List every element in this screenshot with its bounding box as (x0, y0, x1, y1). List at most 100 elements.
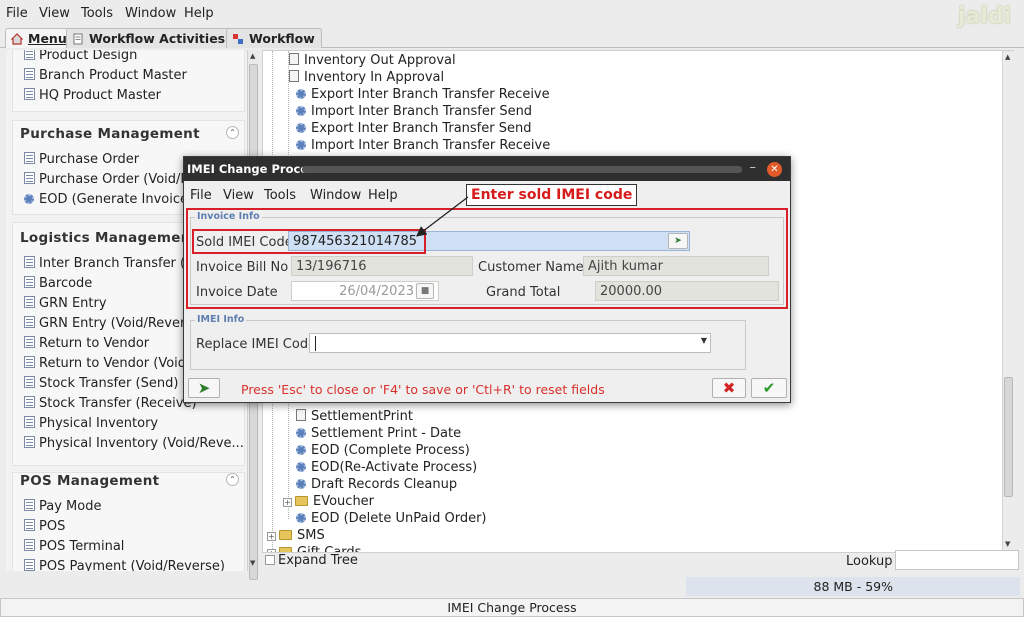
menu-item-label: POS (39, 519, 66, 534)
tree-item-folder[interactable]: + SMS (267, 528, 325, 545)
cancel-button[interactable]: ✖ (712, 378, 746, 398)
tree-scrollbar[interactable]: ▲ ▼ (1002, 51, 1014, 552)
expand-icon[interactable]: + (267, 532, 276, 541)
menu-item-label: Pay Mode (39, 499, 102, 514)
tab-workflow-activities[interactable]: Workflow Activities: 0 (66, 28, 251, 48)
menu-item-physical-inventory[interactable]: Physical Inventory (24, 416, 158, 434)
close-icon[interactable]: ✕ (767, 162, 782, 177)
tree-item[interactable]: Settlement Print - Date (296, 426, 461, 443)
menu-item-product-design[interactable]: Product Design (24, 50, 137, 66)
memory-indicator: 88 MB - 59% (686, 577, 1020, 596)
document-icon (24, 559, 35, 571)
menu-item-stock-transfer-receive[interactable]: Stock Transfer (Receive) (24, 396, 197, 414)
menu-item-stock-transfer-send[interactable]: Stock Transfer (Send) (24, 376, 178, 394)
tree-item-folder[interactable]: +Gift Cards (267, 545, 362, 553)
menu-item-pos-terminal[interactable]: POS Terminal (24, 539, 124, 557)
calendar-button[interactable]: ■ (416, 283, 434, 299)
scroll-thumb[interactable] (1004, 377, 1013, 497)
tree-item[interactable]: Inventory In Approval (289, 70, 444, 87)
document-icon (24, 50, 35, 60)
menu-item-label: POS Terminal (39, 539, 125, 554)
scroll-up-icon[interactable]: ▲ (250, 52, 255, 60)
tree-item-label: Gift Cards (297, 545, 362, 553)
scroll-up-icon[interactable]: ▲ (1005, 53, 1010, 61)
tree-item-label: Inventory Out Approval (304, 53, 456, 68)
tree-item[interactable]: Inventory Out Approval (289, 53, 456, 70)
expand-icon[interactable]: + (283, 498, 292, 507)
tree-item[interactable]: Draft Records Cleanup (296, 477, 457, 494)
tree-item[interactable]: Export Inter Branch Transfer Send (296, 121, 531, 138)
scroll-down-icon[interactable]: ▼ (250, 559, 255, 567)
menu-item-grn-entry-void[interactable]: GRN Entry (Void/Reverse) (24, 316, 205, 334)
group-title-pos: POS Management (20, 473, 160, 489)
menu-view[interactable]: View (39, 6, 70, 21)
tree-item[interactable]: Export Inter Branch Transfer Receive (296, 87, 550, 104)
menu-item-branch-product-master[interactable]: Branch Product Master (24, 68, 187, 86)
tree-item[interactable]: EOD (Complete Process) (296, 443, 470, 460)
tree-item[interactable]: Import Inter Branch Transfer Receive (296, 138, 550, 155)
menu-item-label: Physical Inventory (Void/Reve... (39, 436, 244, 451)
collapse-icon[interactable]: ⌃ (226, 126, 239, 139)
bill-no-field: 13/196716 (291, 256, 473, 276)
menu-item-pay-mode[interactable]: Pay Mode (24, 499, 101, 517)
grand-total-field: 20000.00 (595, 281, 779, 301)
folder-icon (295, 496, 308, 506)
tab-workflow-label: Workflow (249, 31, 315, 46)
document-icon (24, 316, 35, 328)
tree-item-label: Settlement Print - Date (311, 426, 462, 441)
gear-icon (296, 462, 306, 472)
checkbox-icon[interactable] (265, 555, 275, 565)
tab-menu[interactable]: Menu (5, 28, 74, 48)
save-button[interactable]: ✔ (751, 378, 787, 398)
menu-item-grn-entry[interactable]: GRN Entry (24, 296, 107, 314)
document-icon (24, 436, 35, 448)
arrow-right-icon: ➤ (674, 236, 682, 246)
dialog-titlebar[interactable]: IMEI Change Process – ✕ (184, 157, 790, 181)
scroll-down-icon[interactable]: ▼ (1005, 540, 1010, 548)
dropdown-arrow-icon[interactable]: ▼ (701, 336, 707, 345)
lookup-input[interactable] (895, 550, 1019, 570)
lookup-arrow-button[interactable]: ➤ (668, 233, 688, 249)
menu-item-purchase-order[interactable]: Purchase Order (24, 152, 139, 170)
tree-item-label: Draft Records Cleanup (311, 477, 458, 492)
expand-tree-label: Expand Tree (278, 553, 358, 568)
expand-tree-checkbox[interactable]: Expand Tree (265, 553, 358, 568)
calendar-icon: ■ (420, 286, 430, 296)
tree-item[interactable]: EOD(Re-Activate Process) (296, 460, 477, 477)
menu-item-hq-product-master[interactable]: HQ Product Master (24, 88, 161, 106)
text-cursor (315, 336, 316, 351)
menu-item-pos[interactable]: POS (24, 519, 65, 537)
menu-item-label: Purchase Order (39, 152, 140, 167)
menu-item-return-to-vendor[interactable]: Return to Vendor (24, 336, 149, 354)
tree-item[interactable]: Import Inter Branch Transfer Send (296, 104, 532, 121)
menu-item-label: Physical Inventory (39, 416, 159, 431)
tree-item[interactable]: SettlementPrint (296, 409, 413, 426)
menu-help[interactable]: Help (184, 6, 214, 21)
dialog-menu-file[interactable]: File (190, 188, 212, 203)
gear-icon (296, 479, 306, 489)
menu-item-eod-generate-invoices[interactable]: EOD (Generate Invoices) (24, 192, 200, 210)
keyboard-hint: Press 'Esc' to close or 'F4' to save or … (241, 382, 605, 397)
dialog-menu-help[interactable]: Help (368, 188, 398, 203)
tree-item-folder[interactable]: + EVoucher (283, 494, 374, 511)
workflow-icon (233, 34, 243, 44)
menu-item-pos-payment-void[interactable]: POS Payment (Void/Reverse) (24, 559, 225, 571)
tab-workflow[interactable]: Workflow (226, 28, 322, 48)
refresh-button[interactable]: ➤ (188, 378, 220, 398)
tree-item-label: Inventory In Approval (304, 70, 445, 85)
minimize-icon[interactable]: – (750, 160, 757, 175)
gear-icon (296, 106, 306, 116)
replace-imei-input[interactable]: ▼ (309, 333, 711, 353)
menu-item-barcode[interactable]: Barcode (24, 276, 92, 294)
menu-file[interactable]: File (6, 6, 28, 21)
dialog-menu-view[interactable]: View (223, 188, 254, 203)
menu-window[interactable]: Window (125, 6, 176, 21)
collapse-icon[interactable]: ⌃ (226, 473, 239, 486)
dialog-menu-tools[interactable]: Tools (264, 188, 296, 203)
tree-item-label: EOD(Re-Activate Process) (311, 460, 478, 475)
tree-item[interactable]: EOD (Delete UnPaid Order) (296, 511, 487, 528)
menu-tools[interactable]: Tools (81, 6, 113, 21)
dialog-menu-window[interactable]: Window (310, 188, 361, 203)
blurred-title-text (302, 166, 742, 173)
menu-item-physical-inventory-void[interactable]: Physical Inventory (Void/Reve... (24, 436, 244, 454)
